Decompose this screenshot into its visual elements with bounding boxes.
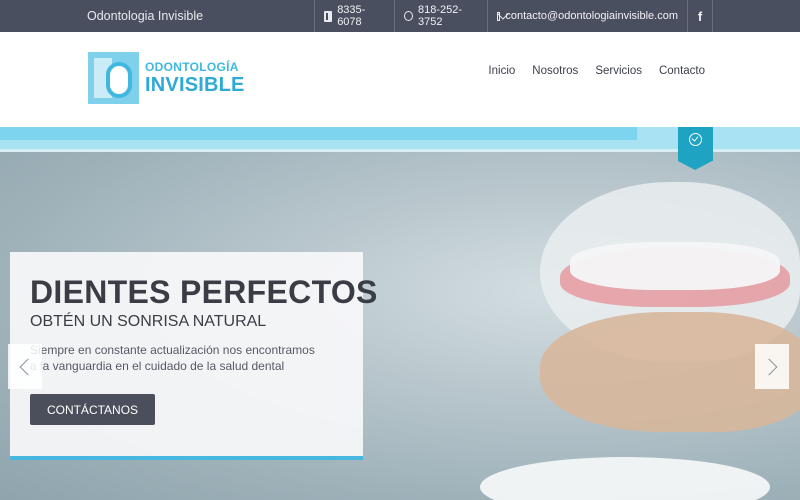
phone-number-1: 8335-6078 [337, 4, 366, 28]
phone-link-2[interactable]: 818-252-3752 [394, 0, 487, 32]
email-address: contacto@odontologiainvisible.com [505, 10, 678, 22]
chevron-right-icon [760, 358, 778, 375]
slider-next-button[interactable] [755, 344, 789, 389]
whatsapp-icon [404, 11, 413, 21]
phone-link-1[interactable]: 8335-6078 [314, 0, 394, 32]
hero-image-bottom-teeth [480, 457, 770, 500]
hero-description: Siempre en constante actualización nos e… [30, 343, 315, 373]
logo-mark-icon [88, 52, 139, 104]
facebook-icon: f [697, 8, 703, 24]
top-bar: Odontologia Invisible 8335-6078 818-252-… [0, 0, 800, 32]
accent-stripe-dark [0, 127, 637, 140]
phone-icon [324, 10, 333, 22]
nav-item-nosotros[interactable]: Nosotros [532, 65, 578, 77]
nav-item-contacto[interactable]: Contacto [659, 65, 705, 77]
nav-item-servicios[interactable]: Servicios [595, 65, 642, 77]
hero-slider: DIENTES PERFECTOS OBTÉN UN SONRISA NATUR… [0, 152, 800, 500]
site-header: ODONTOLOGÍA INVISIBLE Inicio Nosotros Se… [0, 32, 800, 127]
logo-text: ODONTOLOGÍA INVISIBLE [145, 61, 245, 95]
logo[interactable]: ODONTOLOGÍA INVISIBLE [88, 52, 245, 104]
phone-number-2: 818-252-3752 [418, 4, 463, 28]
site-name: Odontologia Invisible [87, 9, 204, 23]
mail-icon [497, 11, 501, 21]
logo-line-2: INVISIBLE [145, 74, 245, 96]
hero-title: DIENTES PERFECTOS [30, 274, 378, 310]
nav-item-inicio[interactable]: Inicio [488, 65, 515, 77]
email-link[interactable]: contacto@odontologiainvisible.com [487, 0, 687, 32]
clock-icon [689, 133, 702, 146]
main-nav: Inicio Nosotros Servicios Contacto [488, 65, 705, 77]
hero-subtitle: OBTÉN UN SONRISA NATURAL [30, 313, 267, 330]
clock-badge [678, 127, 713, 170]
chevron-left-icon [19, 358, 37, 375]
hero-image-teeth [570, 242, 780, 290]
facebook-link[interactable]: f [687, 0, 713, 32]
logo-line-1: ODONTOLOGÍA [145, 60, 239, 74]
hero-card: DIENTES PERFECTOS OBTÉN UN SONRISA NATUR… [10, 252, 377, 460]
slider-prev-button[interactable] [8, 344, 42, 389]
contact-button[interactable]: CONTÁCTANOS [30, 394, 155, 425]
